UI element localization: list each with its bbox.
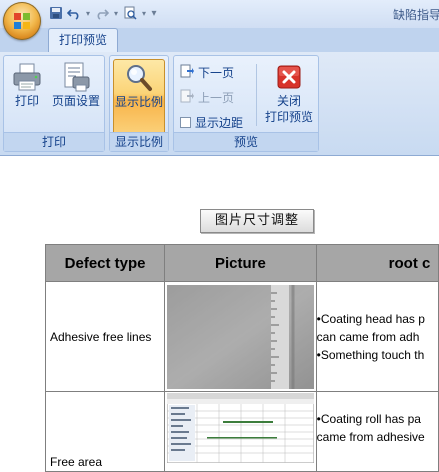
picture-cell [164,281,317,392]
print-button[interactable]: 打印 [7,59,47,125]
picture-cell [164,391,317,472]
preview-group-divider [256,64,257,126]
cause-line: •Coating roll has pa [316,412,421,426]
ribbon: 打印 页面设置 打印 显示比例 显示比例 下一页 上一页 显示边距 关闭 打印预… [0,52,439,156]
page-setup-button[interactable]: 页面设置 [49,59,103,125]
header-defect-type: Defect type [44,244,166,282]
print-group-label: 打印 [4,132,104,151]
defect-screenshot[interactable] [167,393,315,463]
defect-type-cell: Free area [44,391,166,472]
show-margins-label: 显示边距 [195,115,244,130]
cause-line: came from adhesive [316,430,425,444]
preview-group-label: 预览 [174,132,318,151]
checkbox-box[interactable] [180,116,191,128]
header-root-cause: root c [315,244,439,282]
office-button[interactable] [3,2,41,40]
close-preview-label-line2: 打印预览 [264,110,313,124]
print-button-label: 打印 [14,94,39,108]
previous-page-button[interactable]: 上一页 [180,87,234,107]
next-page-label: 下一页 [198,65,235,80]
previous-page-icon [180,89,194,106]
show-margins-checkbox[interactable]: 显示边距 [180,112,243,132]
image-resize-button[interactable]: 图片尺寸调整 [200,209,314,233]
tab-print-preview[interactable]: 打印预览 [48,28,118,52]
print-preview-dropdown-icon[interactable]: ▾ [140,5,148,21]
undo-dropdown-icon[interactable]: ▾ [84,5,92,21]
root-cause-cell: •Coating head has p can came from adh •S… [315,281,439,392]
table-header-row: Defect type Picture root c [44,244,439,282]
page-setup-button-label: 页面设置 [51,94,100,108]
save-icon[interactable] [48,5,64,21]
close-preview-label-line1: 关闭 [276,94,301,108]
root-cause-cell: •Coating roll has pa came from adhesive [315,391,439,472]
defect-type-cell: Adhesive free lines [44,281,166,392]
header-picture: Picture [164,244,317,282]
zoom-icon [123,62,155,94]
cause-line: can came from adh [316,329,420,344]
defect-table: Defect type Picture root c Adhesive free… [44,244,439,472]
undo-icon[interactable] [66,5,82,21]
close-print-preview-button[interactable]: 关闭 打印预览 [260,59,318,135]
office-logo-icon [14,13,30,29]
next-page-icon [180,64,194,81]
zoom-group-label: 显示比例 [110,132,168,151]
printer-icon [11,61,43,93]
window-title: 缺陷指导 [393,8,439,22]
print-preview-page: 图片尺寸调整 Defect type Picture root c Adhesi… [0,156,439,472]
zoom-button[interactable]: 显示比例 [113,59,165,135]
preview-group: 下一页 上一页 显示边距 关闭 打印预览 预览 [173,55,319,152]
page-setup-icon [60,61,92,93]
cause-line: •Coating head has p [316,311,425,326]
close-preview-icon [273,61,305,93]
previous-page-label: 上一页 [198,90,235,105]
customize-icon[interactable]: ▾ [150,5,158,21]
zoom-button-label: 显示比例 [114,95,163,109]
redo-icon[interactable] [94,5,110,21]
zoom-group: 显示比例 显示比例 [109,55,169,152]
ribbon-tab-row: 打印预览 [0,28,439,52]
title-bar: ▾ ▾ ▾ ▾ 缺陷指导 [0,0,439,40]
cause-line: •Something touch th [316,347,425,362]
next-page-button[interactable]: 下一页 [180,62,234,82]
table-row: Free area •Coating roll has pa came from… [44,391,439,472]
quick-access-toolbar: ▾ ▾ ▾ ▾ [48,4,158,22]
defect-photo[interactable] [167,284,315,389]
print-group: 打印 页面设置 打印 [3,55,105,152]
print-preview-icon[interactable] [122,5,138,21]
table-row: Adhesive free lines •Coating head has p … [44,281,439,392]
redo-dropdown-icon[interactable]: ▾ [112,5,120,21]
